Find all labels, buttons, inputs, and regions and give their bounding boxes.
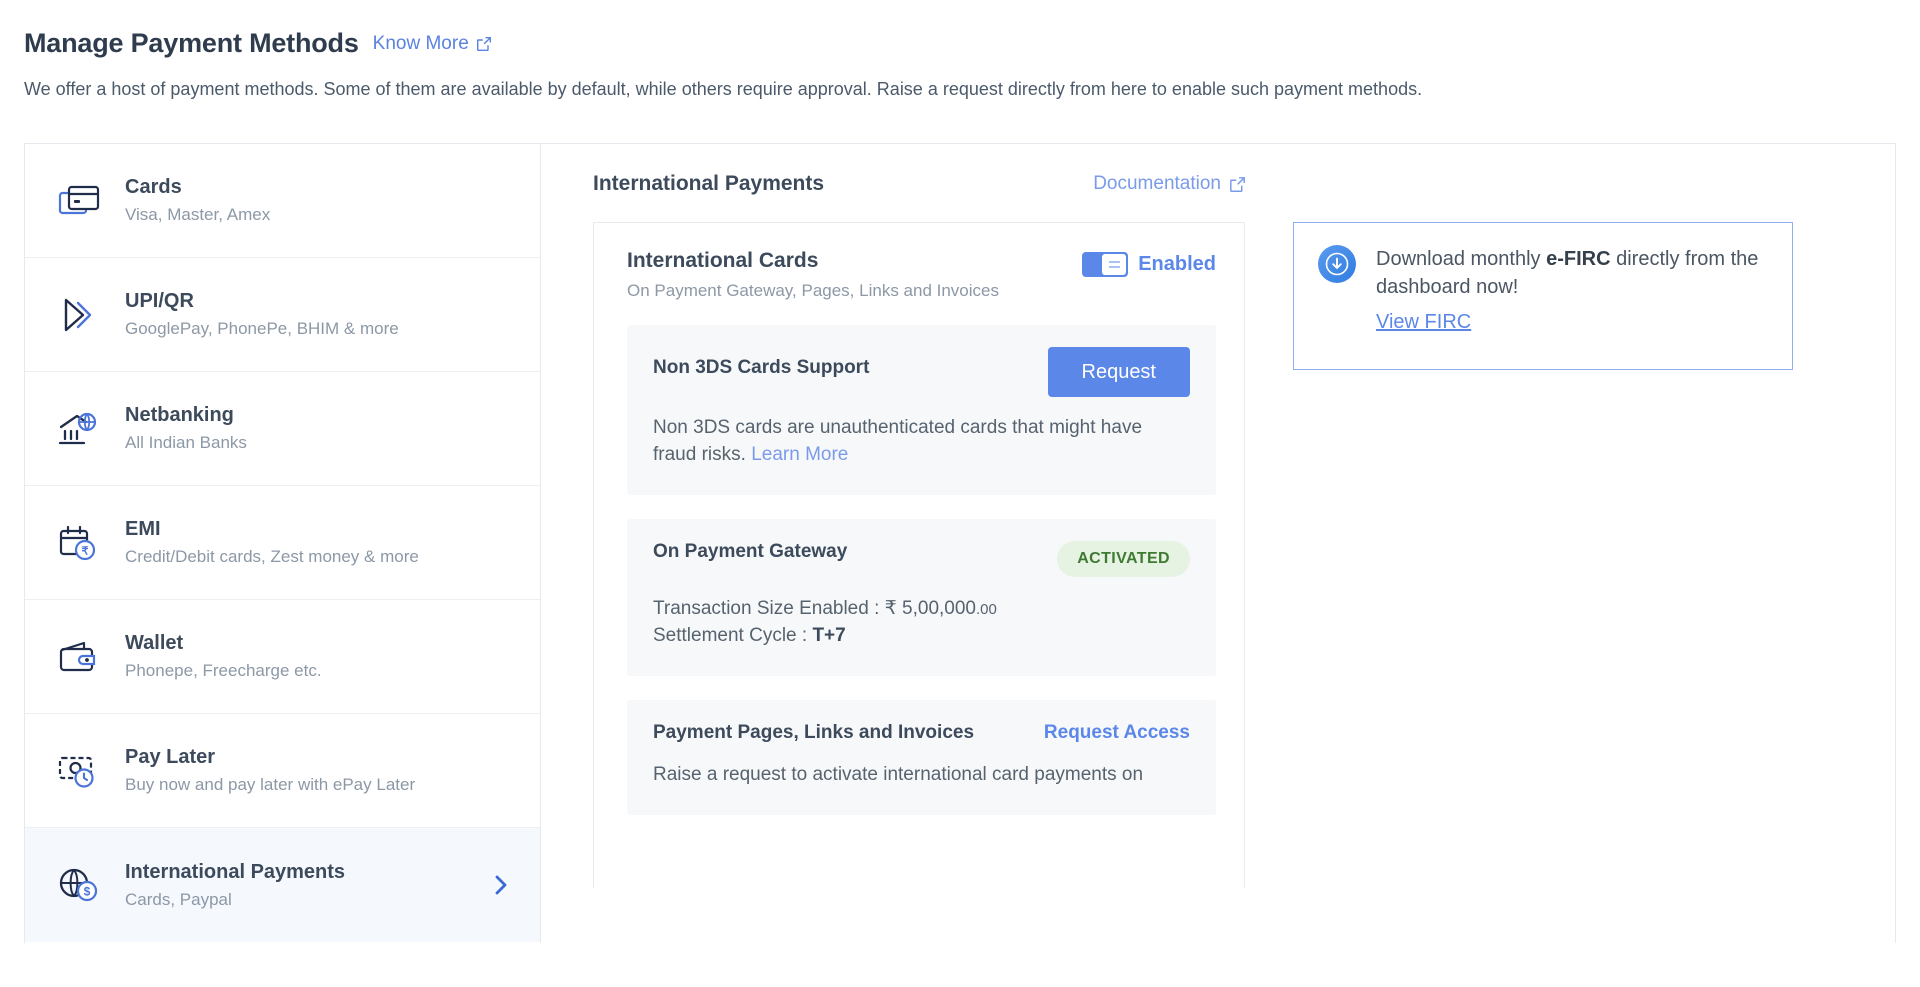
globe-dollar-icon: $	[53, 862, 105, 908]
transaction-amount: 5,00,000	[902, 597, 976, 619]
external-link-icon	[1229, 176, 1245, 192]
sidebar-item-netbanking-text: Netbanking All Indian Banks	[125, 402, 514, 455]
payment-methods-sidebar: Cards Visa, Master, Amex UPI/QR GooglePa…	[25, 144, 541, 943]
settlement-cycle-row: Settlement Cycle : T+7	[653, 622, 1190, 650]
on-payment-gateway-header-row: On Payment Gateway ACTIVATED	[653, 540, 1190, 577]
international-payments-content: International Payments Documentation Int…	[541, 144, 1895, 943]
sidebar-item-pay-later-text: Pay Later Buy now and pay later with ePa…	[125, 744, 514, 797]
cards-icon	[53, 178, 105, 224]
international-cards-toggle[interactable]	[1082, 252, 1129, 277]
sidebar-item-label: Pay Later	[125, 746, 216, 769]
sidebar-item-sublabel: All Indian Banks	[125, 433, 247, 453]
transaction-cents: .00	[976, 600, 997, 618]
international-cards-subtitle: On Payment Gateway, Pages, Links and Inv…	[627, 281, 999, 300]
section-title: International Payments	[593, 172, 825, 195]
sidebar-item-pay-later[interactable]: Pay Later Buy now and pay later with ePa…	[25, 714, 540, 828]
sidebar-item-label: Netbanking	[125, 404, 234, 427]
page-subtitle: We offer a host of payment methods. Some…	[24, 79, 1423, 99]
sidebar-item-emi-text: EMI Credit/Debit cards, Zest money & mor…	[125, 516, 514, 569]
payment-pages-description: Raise a request to activate internationa…	[653, 764, 1144, 786]
non-3ds-cards-card: Non 3DS Cards Support Request Non 3DS ca…	[627, 325, 1216, 495]
transaction-size-label: Transaction Size Enabled :	[653, 597, 885, 619]
international-cards-title: International Cards	[627, 249, 819, 272]
transaction-size-row: Transaction Size Enabled : ₹ 5,00,000.00	[653, 595, 1190, 623]
efirc-info-box: Download monthly e-FIRC directly from th…	[1293, 222, 1793, 370]
netbanking-icon	[53, 406, 105, 452]
upi-qr-icon	[53, 292, 105, 338]
payment-pages-links-invoices-card: Payment Pages, Links and Invoices Reques…	[627, 700, 1216, 815]
sidebar-item-sublabel: Credit/Debit cards, Zest money & more	[125, 547, 419, 567]
documentation-link[interactable]: Documentation	[1093, 173, 1245, 195]
download-circle-icon	[1318, 245, 1356, 288]
payment-pages-header-row: Payment Pages, Links and Invoices Reques…	[653, 722, 1190, 744]
documentation-label: Documentation	[1093, 173, 1221, 194]
sidebar-item-label: EMI	[125, 518, 161, 541]
efirc-text-bold: e-FIRC	[1546, 248, 1611, 270]
efirc-text: Download monthly e-FIRC directly from th…	[1376, 245, 1768, 336]
international-cards-header: International Cards On Payment Gateway, …	[627, 249, 1216, 301]
section-header: International Payments Documentation	[593, 172, 1245, 196]
sidebar-item-label: International Payments	[125, 860, 346, 883]
payment-pages-title: Payment Pages, Links and Invoices	[653, 722, 975, 744]
sidebar-item-international-payments[interactable]: $ International Payments Cards, Paypal	[25, 828, 540, 942]
page-title: Manage Payment Methods	[24, 28, 359, 58]
toggle-knob	[1102, 254, 1127, 275]
international-cards-toggle-wrap[interactable]: Enabled	[1082, 249, 1216, 277]
learn-more-link[interactable]: Learn More	[751, 444, 848, 465]
sidebar-item-upi-qr[interactable]: UPI/QR GooglePay, PhonePe, BHIM & more	[25, 258, 540, 372]
international-cards-card: International Cards On Payment Gateway, …	[593, 222, 1245, 888]
request-access-link[interactable]: Request Access	[1044, 722, 1190, 744]
know-more-link[interactable]: Know More	[373, 33, 492, 55]
request-button[interactable]: Request	[1047, 347, 1190, 397]
sidebar-item-label: Wallet	[125, 632, 184, 655]
content-row: International Cards On Payment Gateway, …	[593, 222, 1855, 888]
page-header-row: Manage Payment Methods Know More	[24, 28, 1920, 59]
status-badge: ACTIVATED	[1057, 540, 1190, 577]
sidebar-item-sublabel: Cards, Paypal	[125, 889, 232, 909]
chevron-right-icon	[488, 873, 514, 897]
non-3ds-description-text: Non 3DS cards are unauthenticated cards …	[653, 417, 1143, 465]
sidebar-item-cards[interactable]: Cards Visa, Master, Amex	[25, 144, 540, 258]
emi-calendar-icon: ₹	[53, 520, 105, 566]
page-header: Manage Payment Methods Know More We offe…	[0, 0, 1920, 102]
settlement-cycle-label: Settlement Cycle :	[653, 625, 813, 647]
payment-methods-panel: Cards Visa, Master, Amex UPI/QR GooglePa…	[24, 143, 1896, 943]
sidebar-item-international-payments-text: International Payments Cards, Paypal	[125, 859, 468, 912]
sidebar-item-label: UPI/QR	[125, 290, 194, 313]
view-firc-link[interactable]: View FIRC	[1376, 308, 1471, 336]
payment-methods-page: Manage Payment Methods Know More We offe…	[0, 0, 1920, 987]
sidebar-item-wallet[interactable]: Wallet Phonepe, Freecharge etc.	[25, 600, 540, 714]
currency-symbol: ₹	[884, 597, 897, 619]
know-more-label: Know More	[372, 32, 469, 54]
non-3ds-header-row: Non 3DS Cards Support Request	[653, 347, 1190, 397]
efirc-text-before: Download monthly	[1376, 248, 1547, 270]
svg-text:$: $	[84, 885, 91, 899]
toggle-state-label: Enabled	[1138, 253, 1216, 275]
external-link-icon	[476, 36, 492, 52]
svg-text:₹: ₹	[82, 545, 89, 557]
on-payment-gateway-card: On Payment Gateway ACTIVATED Transaction…	[627, 518, 1216, 677]
sidebar-item-netbanking[interactable]: Netbanking All Indian Banks	[25, 372, 540, 486]
international-cards-heading-text: International Cards On Payment Gateway, …	[627, 249, 1082, 301]
sidebar-item-upi-qr-text: UPI/QR GooglePay, PhonePe, BHIM & more	[125, 288, 514, 341]
wallet-icon	[53, 634, 105, 680]
sidebar-item-emi[interactable]: ₹ EMI Credit/Debit cards, Zest money & m…	[25, 486, 540, 600]
non-3ds-description: Non 3DS cards are unauthenticated cards …	[653, 415, 1190, 469]
on-payment-gateway-title: On Payment Gateway	[653, 540, 848, 562]
on-payment-gateway-details: Transaction Size Enabled : ₹ 5,00,000.00…	[653, 595, 1190, 650]
settlement-cycle-value: T+7	[812, 625, 846, 647]
sidebar-item-sublabel: Visa, Master, Amex	[125, 205, 271, 225]
sidebar-item-sublabel: GooglePay, PhonePe, BHIM & more	[125, 319, 399, 339]
sidebar-item-sublabel: Phonepe, Freecharge etc.	[125, 661, 322, 681]
sidebar-item-sublabel: Buy now and pay later with ePay Later	[125, 775, 416, 795]
pay-later-icon	[53, 748, 105, 794]
sidebar-item-label: Cards	[125, 176, 182, 199]
sidebar-item-wallet-text: Wallet Phonepe, Freecharge etc.	[125, 630, 514, 683]
non-3ds-title: Non 3DS Cards Support	[653, 357, 870, 378]
sidebar-item-cards-text: Cards Visa, Master, Amex	[125, 174, 514, 227]
